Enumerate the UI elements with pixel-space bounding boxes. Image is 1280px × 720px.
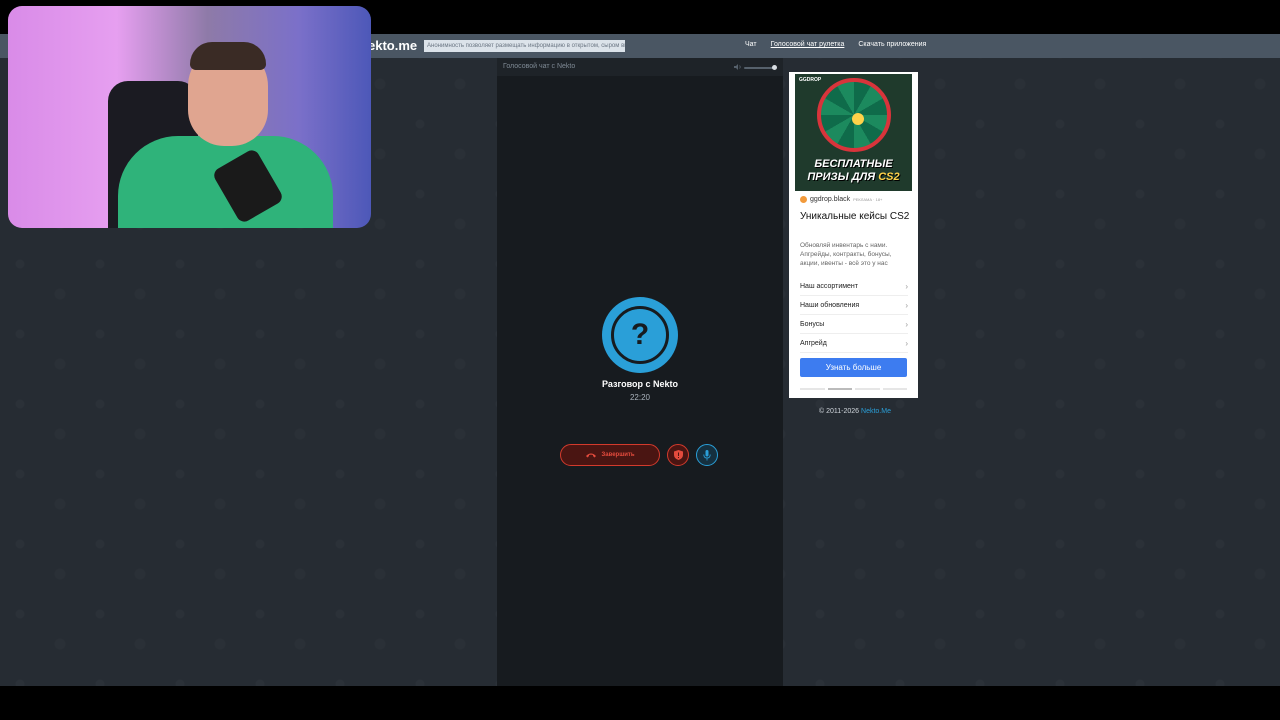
anonymity-banner: Анонимность позволяет размещать информац… — [424, 40, 625, 52]
chevron-right-icon: › — [905, 319, 908, 329]
chevron-right-icon: › — [905, 300, 908, 310]
voice-chat-panel: Голосовой чат с Nekto ? Разговор с Nekto… — [497, 58, 783, 686]
source-logo-icon — [800, 196, 807, 203]
shield-icon — [673, 450, 683, 460]
ad-link-upgrade[interactable]: Апгрейд › — [800, 334, 908, 353]
nav-links: Чат Голосовой чат рулетка Скачать прилож… — [745, 41, 926, 48]
chevron-right-icon: › — [905, 338, 908, 348]
ad-link-updates[interactable]: Наши обновления › — [800, 296, 908, 315]
volume-icon[interactable] — [734, 63, 742, 71]
ad-image-headline: БЕСПЛАТНЫЕ ПРИЗЫ ДЛЯ CS2 — [807, 158, 900, 183]
end-call-label: Завершить — [601, 452, 635, 458]
ad-link-assortment[interactable]: Наш ассортимент › — [800, 277, 908, 296]
ad-source-name[interactable]: ggdrop.black — [810, 196, 850, 203]
ad-image[interactable]: GGDROP БЕСПЛАТНЫЕ ПРИЗЫ ДЛЯ CS2 — [795, 74, 912, 191]
microphone-icon — [703, 449, 711, 460]
ad-links: Наш ассортимент › Наши обновления › Бонусы… — [800, 277, 908, 353]
mute-microphone-button[interactable] — [696, 444, 718, 466]
prize-wheel-image — [817, 78, 891, 152]
question-mark-icon: ? — [611, 306, 669, 364]
screen: ekto.me Анонимность позволяет размещать … — [0, 0, 1280, 720]
ad-label: РЕКЛАМА · 18+ — [853, 197, 883, 202]
ad-source: ggdrop.black РЕКЛАМА · 18+ — [800, 196, 882, 203]
nav-link-chat[interactable]: Чат — [745, 41, 757, 48]
interlocutor-avatar: ? — [602, 297, 678, 373]
streamer-webcam-overlay — [8, 6, 371, 228]
hangup-icon — [586, 453, 597, 457]
ad-learn-more-button[interactable]: Узнать больше — [800, 358, 907, 377]
chat-header: Голосовой чат с Nekto — [497, 58, 783, 76]
end-call-button[interactable]: Завершить — [560, 444, 660, 466]
ad-description: Обновляй инвентарь с нами. Апгрейды, кон… — [800, 242, 892, 267]
volume-slider-knob[interactable] — [772, 65, 777, 70]
ad-carousel-indicator — [800, 388, 907, 390]
ad-link-bonuses[interactable]: Бонусы › — [800, 315, 908, 334]
volume-slider[interactable] — [744, 67, 774, 69]
ad-title[interactable]: Уникальные кейсы CS2 — [800, 211, 912, 223]
nav-link-download-apps[interactable]: Скачать приложения — [858, 41, 926, 48]
advertisement[interactable]: GGDROP БЕСПЛАТНЫЕ ПРИЗЫ ДЛЯ CS2 ggdrop.b… — [789, 72, 918, 398]
report-button[interactable] — [667, 444, 689, 466]
call-timer: 22:20 — [629, 393, 651, 402]
chat-title: Голосовой чат с Nekto — [503, 63, 576, 70]
conversation-title: Разговор с Nekto — [601, 379, 679, 389]
nav-link-voice-chat[interactable]: Голосовой чат рулетка — [771, 41, 845, 48]
site-logo[interactable]: ekto.me — [368, 38, 417, 53]
ad-image-logo: GGDROP — [799, 77, 822, 83]
footer-site-link[interactable]: Nekto.Me — [861, 408, 891, 415]
letterbox-bottom — [0, 686, 1280, 720]
chevron-right-icon: › — [905, 281, 908, 291]
footer-copyright: © 2011-2026 Nekto.Me — [819, 408, 891, 415]
